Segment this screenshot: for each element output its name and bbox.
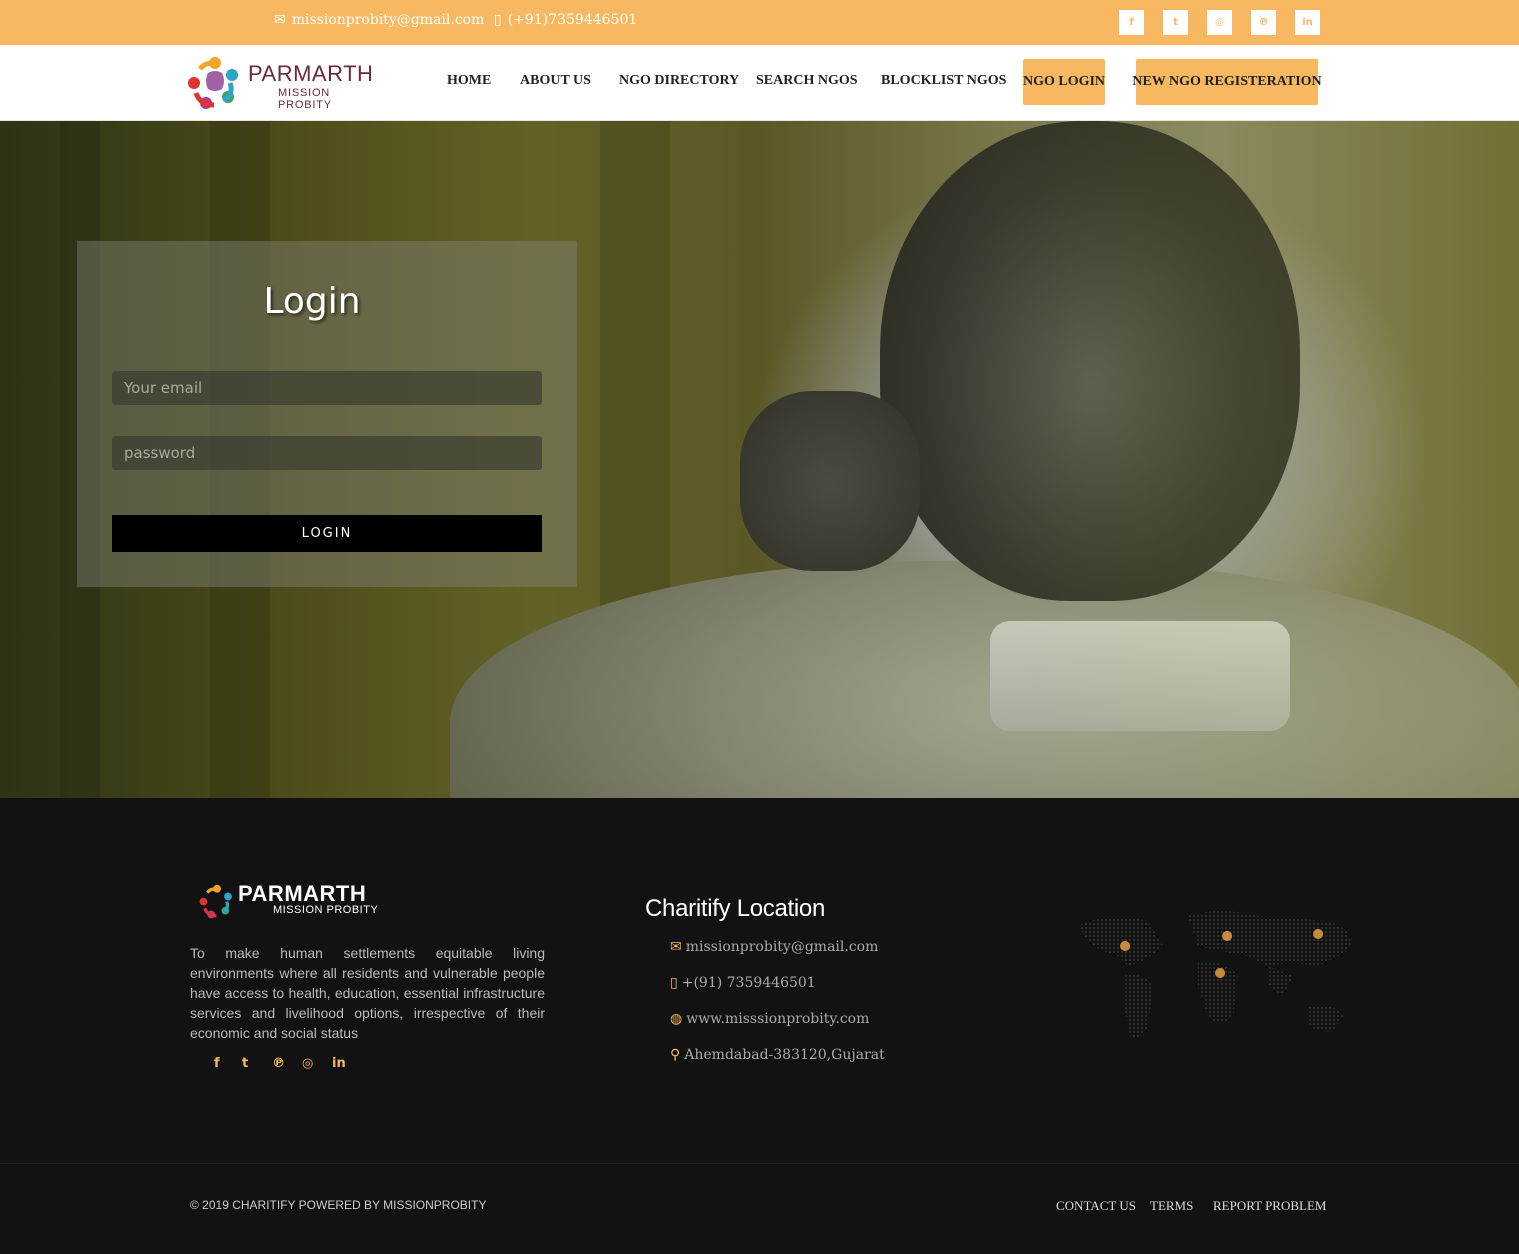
footer-tagline: MISSION PROBITY [273, 904, 379, 916]
nav-about-us[interactable]: ABOUT US [520, 73, 591, 89]
instagram-icon[interactable]: ◎ [1207, 10, 1232, 35]
footer-website[interactable]: ◍ www.misssionprobity.com [670, 1011, 869, 1027]
top-phone[interactable]: ▯ (+91)7359446501 [494, 12, 637, 28]
nav-search-ngos[interactable]: SEARCH NGOS [756, 73, 858, 89]
contact-us-link[interactable]: CONTACT US [1056, 1198, 1136, 1214]
ngo-login-button[interactable]: NGO LOGIN [1023, 59, 1105, 105]
copyright-text: © 2019 CHARITIFY POWERED BY MISSIONPROBI… [190, 1198, 487, 1212]
twitter-icon[interactable]: t [1163, 10, 1188, 35]
site-logo[interactable]: PARMARTH MISSION PROBITY [186, 51, 386, 113]
terms-link[interactable]: TERMS [1150, 1198, 1193, 1214]
footer-logo[interactable]: PARMARTH MISSION PROBITY [198, 881, 398, 926]
linkedin-icon[interactable]: in [1295, 10, 1320, 35]
footer-phone[interactable]: ▯ +(91) 7359446501 [670, 975, 816, 991]
linkedin-icon[interactable]: in [332, 1056, 346, 1071]
nav-blocklist-ngos[interactable]: BLOCKLIST NGOS [881, 73, 1006, 89]
phone-icon: ▯ [494, 12, 502, 28]
mail-icon: ✉ [274, 12, 286, 28]
password-field[interactable] [112, 436, 542, 470]
main-navigation: PARMARTH MISSION PROBITY HOME ABOUT US N… [0, 45, 1519, 121]
login-button[interactable]: LOGIN [112, 515, 542, 552]
globe-icon: ◍ [670, 1011, 683, 1027]
footer-address: ⚲ Ahemdabad-383120,Gujarat [670, 1047, 885, 1063]
phone-icon: ▯ [670, 975, 678, 991]
bottom-bar: © 2019 CHARITIFY POWERED BY MISSIONPROBI… [0, 1163, 1519, 1254]
footer-address-text: Ahemdabad-383120,Gujarat [684, 1047, 885, 1063]
mail-icon: ✉ [670, 939, 682, 955]
footer-email[interactable]: ✉ missionprobity@gmail.com [670, 939, 878, 955]
top-email-text: missionprobity@gmail.com [291, 12, 485, 28]
facebook-icon[interactable]: f [214, 1056, 220, 1071]
top-phone-text: (+91)7359446501 [507, 12, 638, 28]
instagram-icon[interactable]: ◎ [302, 1056, 313, 1071]
pinterest-icon[interactable]: ℗ [272, 1056, 285, 1071]
footer: PARMARTH MISSION PROBITY To make human s… [0, 798, 1519, 1164]
logo-tagline: MISSION PROBITY [278, 87, 332, 111]
new-ngo-registration-button[interactable]: NEW NGO REGISTERATION [1132, 59, 1322, 105]
logo-brand-name: PARMARTH [248, 61, 374, 86]
footer-email-text: missionprobity@gmail.com [685, 939, 879, 955]
top-bar: ✉ missionprobity@gmail.com ▯ (+91)735944… [0, 0, 1519, 45]
email-field[interactable] [112, 371, 542, 405]
facebook-icon[interactable]: f [1119, 10, 1144, 35]
top-email[interactable]: ✉ missionprobity@gmail.com [274, 12, 484, 28]
login-form: Login LOGIN [77, 241, 577, 587]
world-map-image [1078, 911, 1351, 1040]
twitter-icon[interactable]: t [242, 1056, 248, 1071]
footer-website-text: www.misssionprobity.com [686, 1011, 870, 1027]
login-title: Login [263, 281, 361, 322]
nav-ngo-directory[interactable]: NGO DIRECTORY [619, 73, 739, 89]
report-problem-link[interactable]: REPORT PROBLEM [1213, 1198, 1326, 1214]
pinterest-icon[interactable]: ℗ [1251, 10, 1276, 35]
footer-phone-text: +(91) 7359446501 [681, 975, 816, 991]
footer-mission-statement: To make human settlements equitable livi… [190, 945, 545, 1041]
people-circle-logo-icon [199, 884, 232, 919]
people-circle-logo-icon [188, 57, 238, 109]
map-pin-icon: ⚲ [670, 1047, 681, 1063]
nav-home[interactable]: HOME [447, 73, 491, 89]
location-heading: Charitify Location [645, 895, 826, 922]
